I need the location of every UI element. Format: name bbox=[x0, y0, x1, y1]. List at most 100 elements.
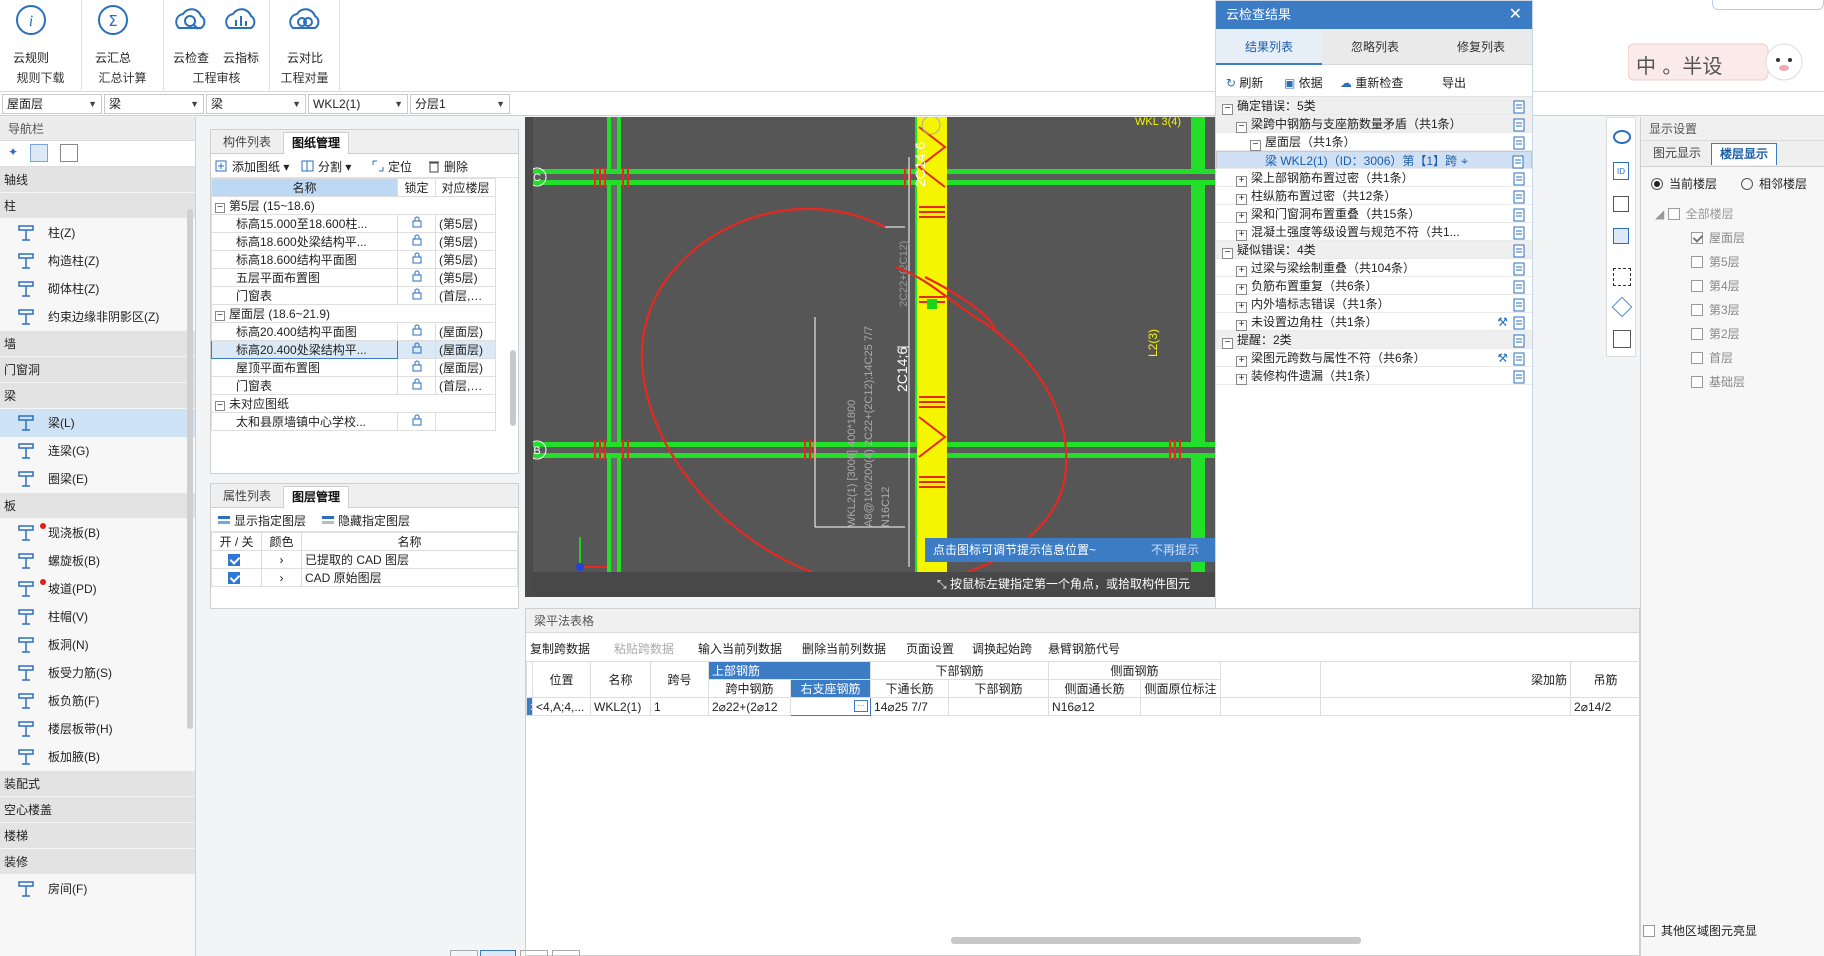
all-floors-item[interactable]: ◢ 全部楼层 bbox=[1655, 205, 1734, 222]
layer-row[interactable]: › 已提取的 CAD 图层 bbox=[211, 550, 518, 569]
expand-icon[interactable]: + bbox=[1236, 176, 1247, 187]
nav-category[interactable]: 墙 bbox=[0, 331, 195, 357]
basis-button[interactable]: ▣ 依据 bbox=[1284, 74, 1323, 91]
expand-icon[interactable]: + bbox=[1236, 212, 1247, 223]
document-icon[interactable] bbox=[1513, 298, 1526, 312]
cloud-check-button[interactable]: 云检查 bbox=[166, 4, 216, 66]
nav-item[interactable]: 板负筋(F) bbox=[0, 687, 195, 715]
expand-icon[interactable]: + bbox=[1236, 266, 1247, 277]
nav-item[interactable]: 房间(F) bbox=[0, 875, 195, 903]
col-span[interactable]: 跨号 bbox=[650, 661, 709, 698]
layer-toggle-checkbox[interactable] bbox=[227, 571, 240, 584]
nav-category[interactable]: 空心楼盖 bbox=[0, 797, 195, 823]
beam-tool-button[interactable]: 调换起始跨 bbox=[972, 640, 1032, 657]
lock-icon[interactable] bbox=[411, 252, 423, 264]
expand-icon[interactable]: + bbox=[1236, 284, 1247, 295]
locate-target-icon[interactable]: ⌖ bbox=[1461, 154, 1468, 168]
col-group-side[interactable]: 侧面钢筋 bbox=[1048, 661, 1222, 680]
drawing-row[interactable]: 门窗表 (首层,第... bbox=[211, 286, 496, 305]
layer-row[interactable]: › CAD 原始图层 bbox=[211, 568, 518, 587]
nav-item[interactable]: 坡道(PD) bbox=[0, 575, 195, 603]
nav-category[interactable]: 板 bbox=[0, 493, 195, 519]
result-tree-row[interactable]: + 内外墙标志错误（共1条） bbox=[1216, 295, 1532, 313]
nav-category[interactable]: 装配式 bbox=[0, 771, 195, 797]
col-hanger[interactable]: 吊筋 bbox=[1570, 661, 1642, 698]
show-layer-button[interactable]: 显示指定图层 bbox=[217, 512, 306, 529]
drawing-row[interactable]: 标高18.600结构平面图 (第5层) bbox=[211, 250, 496, 269]
tab-properties[interactable]: 属性列表 bbox=[215, 486, 279, 508]
col-bottom-through[interactable]: 下通长筋 bbox=[870, 679, 950, 698]
floor-checkbox[interactable] bbox=[1691, 328, 1703, 340]
document-icon[interactable] bbox=[1513, 244, 1526, 258]
result-tree-row[interactable]: + 梁和门窗洞布置重叠（共15条） bbox=[1216, 205, 1532, 223]
drawing-group-row[interactable]: − 第5层 (15~18.6) bbox=[211, 196, 496, 215]
result-tree-row[interactable]: + 梁图元跨数与属性不符（共6条） ⚒ bbox=[1216, 349, 1532, 367]
nav-item[interactable]: 连梁(G) bbox=[0, 437, 195, 465]
collapse-icon[interactable]: − bbox=[1236, 122, 1247, 133]
col-name[interactable]: 名称 bbox=[211, 178, 398, 197]
floor-item[interactable]: 首层 bbox=[1691, 349, 1733, 366]
lock-icon[interactable] bbox=[411, 342, 423, 354]
adjacent-floor-radio[interactable]: 相邻楼层 bbox=[1741, 175, 1807, 192]
category-select[interactable]: 梁 ▼ bbox=[104, 94, 204, 114]
drawing-scrollbar[interactable] bbox=[510, 350, 516, 426]
expand-arrow-icon[interactable]: › bbox=[261, 550, 302, 569]
floor-item[interactable]: 第3层 bbox=[1691, 301, 1740, 318]
document-icon[interactable] bbox=[1513, 316, 1526, 330]
beam-vertical[interactable] bbox=[1191, 117, 1205, 597]
result-tree-row[interactable]: + 未设置边角柱（共1条） ⚒ bbox=[1216, 313, 1532, 331]
tab-ignore-list[interactable]: 忽略列表 bbox=[1322, 29, 1428, 65]
document-icon[interactable] bbox=[1513, 370, 1526, 384]
drawing-row[interactable]: 标高20.400处梁结构平... (屋面层) bbox=[211, 340, 496, 359]
nav-item[interactable]: 楼层板带(H) bbox=[0, 715, 195, 743]
document-icon[interactable] bbox=[1513, 352, 1526, 366]
lock-icon[interactable] bbox=[411, 234, 423, 246]
list-view-icon[interactable] bbox=[30, 144, 48, 162]
select-box-icon[interactable] bbox=[1613, 268, 1631, 286]
floor-item[interactable]: 基础层 bbox=[1691, 373, 1745, 390]
layer-toggle-checkbox[interactable] bbox=[227, 553, 240, 566]
result-tree-row[interactable]: − 提醒：2类 bbox=[1216, 331, 1532, 349]
col-group-bottom[interactable]: 下部钢筋 bbox=[870, 661, 1050, 680]
result-tree-row[interactable]: − 疑似错误：4类 bbox=[1216, 241, 1532, 259]
nav-category[interactable]: 楼梯 bbox=[0, 823, 195, 849]
col-bottom-rebar[interactable]: 下部钢筋 bbox=[948, 679, 1050, 698]
nav-scrollbar[interactable] bbox=[187, 209, 193, 729]
lock-icon[interactable] bbox=[411, 378, 423, 390]
col-lock[interactable]: 锁定 bbox=[397, 178, 436, 197]
drawing-row[interactable]: 太和县原墙镇中心学校... bbox=[211, 412, 496, 431]
document-icon[interactable] bbox=[1513, 190, 1526, 204]
result-tree-row[interactable]: − 梁跨中钢筋与支座筋数量矛盾（共1条） bbox=[1216, 115, 1532, 133]
floor-checkbox[interactable] bbox=[1691, 376, 1703, 388]
floor-item[interactable]: 第2层 bbox=[1691, 325, 1740, 342]
collapse-icon[interactable]: − bbox=[1222, 338, 1233, 349]
all-floors-checkbox[interactable] bbox=[1667, 208, 1680, 220]
floor-checkbox[interactable] bbox=[1691, 256, 1703, 268]
collapse-toggle-icon[interactable]: − bbox=[215, 311, 225, 321]
collapse-icon[interactable]: − bbox=[1250, 140, 1261, 151]
nav-category[interactable]: 轴线 bbox=[0, 167, 195, 193]
nav-item[interactable]: 构造柱(Z) bbox=[0, 247, 195, 275]
layer-select[interactable]: 分层1 ▼ bbox=[410, 94, 510, 114]
nav-category[interactable]: 柱 bbox=[0, 193, 195, 219]
document-icon[interactable] bbox=[1513, 100, 1526, 114]
component-select[interactable]: WKL2(1) ▼ bbox=[308, 94, 408, 114]
tab-floor-display[interactable]: 楼层显示 bbox=[1711, 143, 1778, 165]
result-tree-row[interactable]: + 混凝土强度等级设置与规范不符（共1... bbox=[1216, 223, 1532, 241]
nav-item[interactable]: 约束边缘非阴影区(Z) bbox=[0, 303, 195, 331]
lock-icon[interactable] bbox=[411, 270, 423, 282]
lock-icon[interactable] bbox=[411, 288, 423, 300]
cell-beam-name[interactable]: WKL2(1) bbox=[590, 697, 651, 716]
expand-icon[interactable]: + bbox=[1236, 194, 1247, 205]
cell-side-through[interactable]: N16⌀12 bbox=[1048, 697, 1142, 716]
document-icon[interactable] bbox=[1513, 280, 1526, 294]
nav-item[interactable]: 圈梁(E) bbox=[0, 465, 195, 493]
result-tree-row[interactable]: − 确定错误：5类 bbox=[1216, 97, 1532, 115]
col-beam-name[interactable]: 名称 bbox=[590, 661, 651, 698]
ellipsis-icon[interactable]: ··· bbox=[854, 700, 869, 712]
wrench-icon[interactable]: ⚒ bbox=[1497, 313, 1508, 331]
cloud-compare-button[interactable]: 云对比 bbox=[280, 4, 330, 66]
lock-icon[interactable] bbox=[411, 324, 423, 336]
nav-item[interactable]: 梁(L) bbox=[0, 409, 195, 437]
expand-icon[interactable]: + bbox=[1236, 320, 1247, 331]
